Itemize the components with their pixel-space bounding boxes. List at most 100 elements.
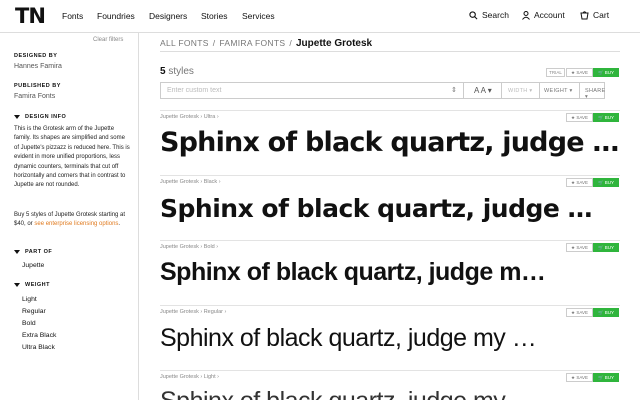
style-sample-black[interactable]: Sphinx of black quartz, judge …	[160, 194, 620, 223]
save-label: SAVE	[576, 70, 588, 75]
save-style-button[interactable]: ★ SAVE	[566, 178, 593, 187]
buy-label: BUY	[604, 375, 615, 380]
buy-label: BUY	[604, 245, 615, 250]
nav-stories[interactable]: Stories	[201, 11, 227, 21]
custom-text-input[interactable]: Enter custom text	[167, 87, 221, 94]
breadcrumb-separator: /	[289, 38, 292, 48]
styles-count-number: 5	[160, 66, 166, 77]
nav-foundries[interactable]: Foundries	[97, 11, 135, 21]
buy-style-button[interactable]: 🛒 BUY	[593, 113, 619, 122]
buy-label: BUY	[604, 115, 615, 120]
divider	[463, 83, 464, 98]
style-meta-ultra[interactable]: Jupette Grotesk › Ultra ›	[160, 114, 219, 120]
breadcrumb-separator: /	[212, 38, 216, 48]
buy-style-button[interactable]: 🛒 BUY	[593, 178, 619, 187]
divider	[539, 83, 540, 98]
weight-control[interactable]: WEIGHT ▾	[544, 88, 573, 94]
breadcrumb-foundry[interactable]: FAMIRA FONTS	[219, 38, 285, 48]
designed-by-label: DESIGNED BY	[14, 53, 58, 59]
save-label: SAVE	[576, 245, 588, 250]
save-style-button[interactable]: ★ SAVE	[566, 373, 593, 382]
cart-icon	[580, 10, 589, 19]
divider	[160, 305, 620, 306]
save-label: SAVE	[576, 115, 588, 120]
style-meta-black[interactable]: Jupette Grotesk › Black ›	[160, 179, 221, 185]
style-meta-light[interactable]: Jupette Grotesk › Light ›	[160, 374, 219, 380]
divider	[160, 370, 620, 371]
width-control[interactable]: WIDTH ▾	[508, 88, 532, 94]
breadcrumb: ALL FONTS / FAMIRA FONTS / Jupette Grote…	[160, 38, 372, 49]
style-sample-regular[interactable]: Sphinx of black quartz, judge my …	[160, 324, 620, 353]
part-of-label: PART OF	[25, 249, 53, 255]
breadcrumb-all-fonts[interactable]: ALL FONTS	[160, 38, 209, 48]
buy-label: BUY	[604, 310, 615, 315]
published-by-label: PUBLISHED BY	[14, 83, 61, 89]
buy-label: BUY	[604, 180, 615, 185]
search-icon	[469, 10, 478, 19]
share-button[interactable]: SHARE ▾	[585, 88, 605, 100]
save-style-button[interactable]: ★ SAVE	[566, 243, 593, 252]
weight-filter-ultra-black[interactable]: Ultra Black	[22, 344, 55, 351]
buy-all-button[interactable]: 🛒 BUY	[593, 68, 619, 77]
enterprise-licensing-link[interactable]: see enterprise licensing options	[34, 221, 118, 227]
top-nav: TN Fonts Foundries Designers Stories Ser…	[0, 0, 640, 33]
save-label: SAVE	[576, 180, 588, 185]
weight-filter-bold[interactable]: Bold	[22, 320, 36, 327]
cart-label: Cart	[593, 10, 610, 20]
nav-designers[interactable]: Designers	[149, 11, 187, 21]
share-label: SHARE	[585, 88, 606, 94]
divider	[160, 175, 620, 176]
save-all-button[interactable]: ★ SAVE	[566, 68, 593, 77]
design-info-toggle[interactable]: DESIGN INFO	[14, 114, 66, 120]
buy-style-button[interactable]: 🛒 BUY	[593, 308, 619, 317]
weight-filter-regular[interactable]: Regular	[22, 308, 46, 315]
buy-note-suffix: .	[118, 221, 121, 228]
save-style-button[interactable]: ★ SAVE	[566, 113, 593, 122]
style-meta-bold[interactable]: Jupette Grotesk › Bold ›	[160, 244, 218, 250]
sidebar: Clear filters DESIGNED BY Hannes Famira …	[0, 33, 139, 400]
nav-services[interactable]: Services	[242, 11, 275, 21]
buy-label: BUY	[604, 70, 615, 75]
style-sample-light[interactable]: Sphinx of black quartz, judge my …	[160, 387, 620, 400]
buy-style-button[interactable]: 🛒 BUY	[593, 243, 619, 252]
nav-fonts[interactable]: Fonts	[62, 11, 83, 21]
divider	[160, 240, 620, 241]
save-label: SAVE	[576, 310, 588, 315]
weight-label: WEIGHT	[25, 282, 50, 288]
designer-link[interactable]: Hannes Famira	[14, 63, 62, 70]
weight-filter-extra-black[interactable]: Extra Black	[22, 332, 56, 339]
page-title: Jupette Grotesk	[295, 38, 373, 49]
divider	[579, 83, 580, 98]
account-button[interactable]: Account	[522, 10, 565, 20]
stepper-icon[interactable]: ⇕	[451, 86, 457, 94]
style-sample-bold[interactable]: Sphinx of black quartz, judge m…	[160, 258, 620, 287]
cart-button[interactable]: Cart	[580, 10, 609, 20]
design-info-label: DESIGN INFO	[25, 114, 67, 120]
weight-control-label: WEIGHT	[544, 88, 568, 94]
width-label: WIDTH	[508, 88, 528, 94]
weight-filter-light[interactable]: Light	[22, 296, 37, 303]
divider	[160, 110, 620, 111]
design-info-text: This is the Grotesk arm of the Jupette f…	[14, 126, 130, 189]
chevron-down-icon	[14, 115, 20, 119]
buy-style-button[interactable]: 🛒 BUY	[593, 373, 619, 382]
part-of-jupette-link[interactable]: Jupette	[22, 262, 44, 269]
styles-count-label: styles	[168, 66, 194, 77]
weight-toggle[interactable]: WEIGHT	[14, 282, 50, 288]
chevron-down-icon	[14, 250, 20, 254]
type-tester-toolbar: Enter custom text ⇕ A A ▾ WIDTH ▾ WEIGHT…	[160, 82, 605, 100]
publisher-link[interactable]: Famira Fonts	[14, 93, 55, 100]
save-style-button[interactable]: ★ SAVE	[566, 308, 593, 317]
size-control[interactable]: A A ▾	[474, 86, 492, 95]
clear-filters-link[interactable]: Clear filters	[93, 37, 123, 43]
trial-button[interactable]: TRIAL	[546, 68, 565, 77]
search-button[interactable]: Search	[469, 10, 509, 20]
style-sample-ultra[interactable]: Sphinx of black quartz, judge …	[160, 127, 620, 158]
buy-note: Buy 5 styles of Jupette Grotesk starting…	[14, 211, 132, 230]
chevron-down-icon	[14, 283, 20, 287]
styles-count: 5 styles	[160, 66, 194, 77]
logo[interactable]: TN	[15, 4, 46, 28]
style-meta-regular[interactable]: Jupette Grotesk › Regular ›	[160, 309, 226, 315]
save-label: SAVE	[576, 375, 588, 380]
part-of-toggle[interactable]: PART OF	[14, 249, 52, 255]
